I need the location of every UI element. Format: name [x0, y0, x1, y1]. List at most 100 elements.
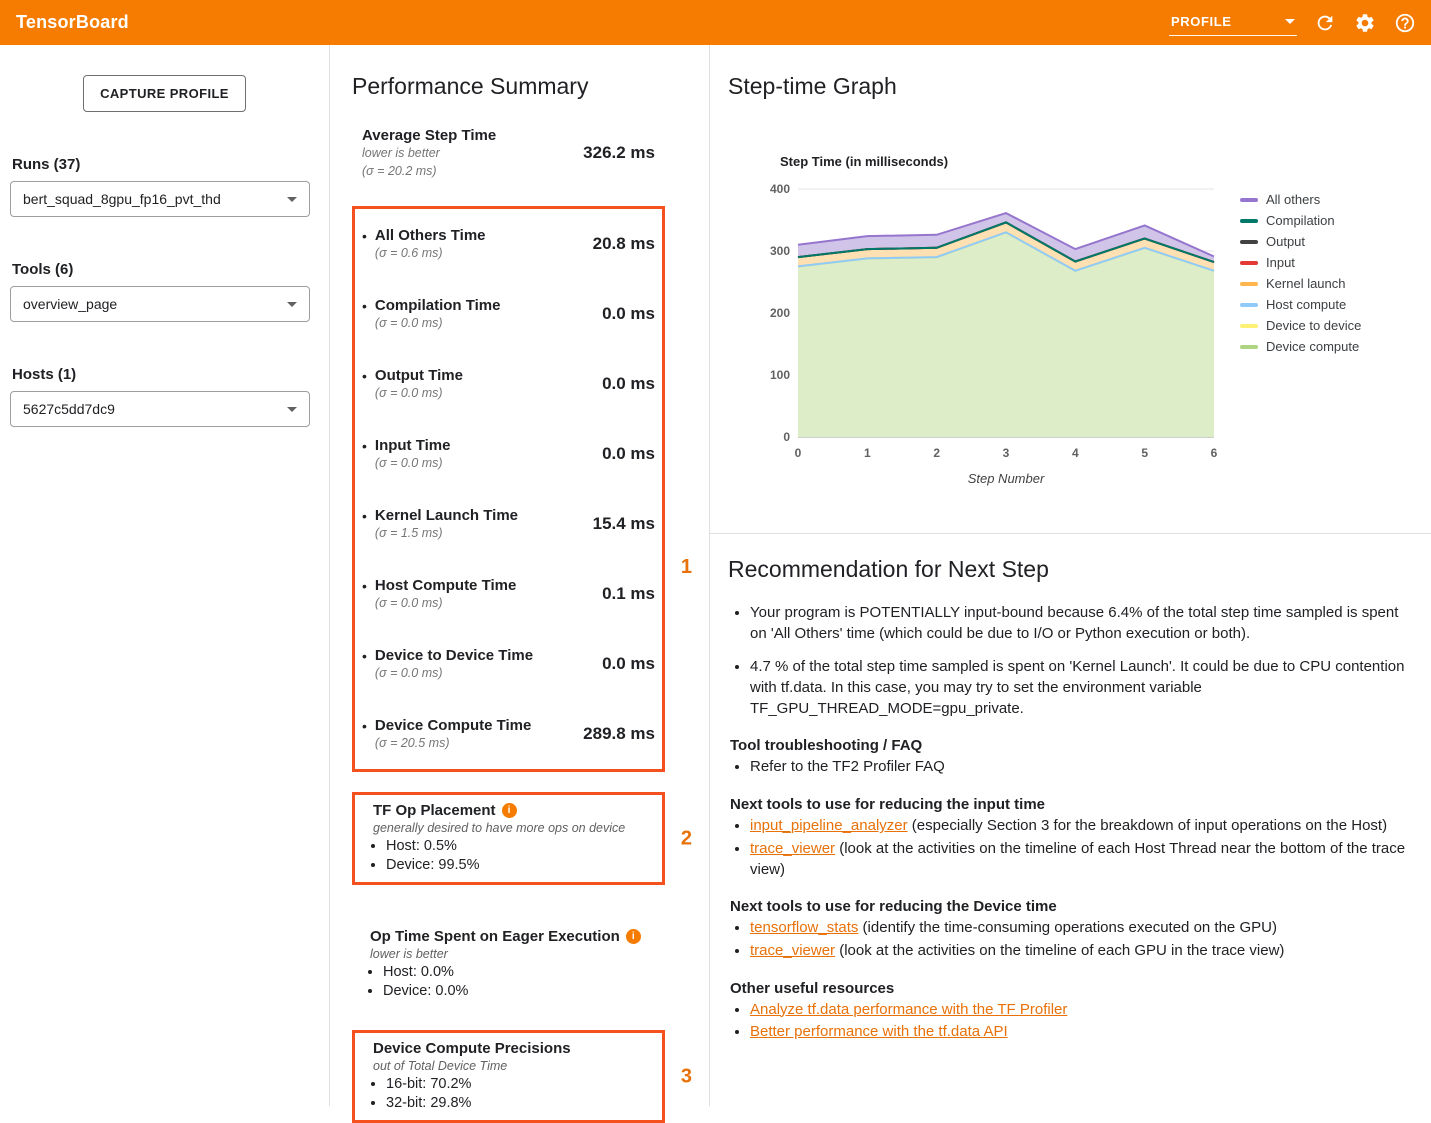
tf-op-placement-list: Host: 0.5%Device: 99.5%	[362, 837, 655, 875]
legend-swatch	[1240, 261, 1258, 265]
svg-text:6: 6	[1211, 446, 1218, 460]
metric-value: 20.8 ms	[593, 234, 655, 254]
right-panel: Step-time Graph Step Time (in millisecon…	[710, 45, 1431, 1106]
recommendation-list: Refer to the TF2 Profiler FAQ	[728, 757, 1407, 778]
info-icon[interactable]: i	[626, 929, 641, 944]
metric-name: Output Time	[375, 367, 463, 384]
metric-row: •Compilation Time(σ = 0.0 ms)0.0 ms	[355, 279, 662, 349]
metric-name: Input Time	[375, 437, 451, 454]
bullet-icon: •	[362, 367, 367, 401]
annotation-number-3: 3	[681, 1065, 692, 1088]
chevron-down-icon	[287, 302, 297, 307]
runs-dropdown[interactable]: bert_squad_8gpu_fp16_pvt_thd	[10, 181, 310, 217]
compute-precisions-list: 16-bit: 70.2%32-bit: 29.8%	[362, 1075, 655, 1113]
metric-row: •All Others Time(σ = 0.6 ms)20.8 ms	[355, 209, 662, 279]
metric-sigma: (σ = 0.0 ms)	[375, 315, 501, 331]
annotation-box-3: Device Compute Precisions out of Total D…	[352, 1030, 665, 1123]
metric-name: Average Step Time	[362, 127, 583, 144]
dashboard-selector[interactable]: PROFILE	[1169, 10, 1297, 36]
metric-name: All Others Time	[375, 227, 486, 244]
tool-link[interactable]: trace_viewer	[750, 942, 835, 959]
list-item: Host: 0.0%	[383, 963, 658, 982]
legend-swatch	[1240, 282, 1258, 286]
metric-name: Device Compute Time	[375, 717, 531, 734]
compute-precisions-block: Device Compute Precisions out of Total D…	[355, 1033, 662, 1120]
bullet-icon: •	[362, 717, 367, 751]
recommendation-subheading: Next tools to use for reducing the input…	[730, 796, 1407, 813]
tf-op-placement-note: generally desired to have more ops on de…	[373, 821, 655, 835]
bullet-icon: •	[362, 437, 367, 471]
metric-sigma: (σ = 0.6 ms)	[375, 245, 486, 261]
recommendation-subsections: Tool troubleshooting / FAQRefer to the T…	[728, 737, 1407, 1043]
tool-link[interactable]: trace_viewer	[750, 840, 835, 857]
tool-link[interactable]: Analyze tf.data performance with the TF …	[750, 1001, 1067, 1018]
legend-item: Host compute	[1240, 294, 1361, 315]
recommendation-list: tensorflow_stats (identify the time-cons…	[728, 918, 1407, 961]
metric-sigma: (σ = 0.0 ms)	[375, 595, 516, 611]
eager-execution-note: lower is better	[370, 947, 658, 961]
chart-title: Step Time (in milliseconds)	[780, 154, 1431, 169]
performance-summary-title: Performance Summary	[352, 73, 709, 100]
compute-precisions-note: out of Total Device Time	[373, 1059, 655, 1073]
legend-swatch	[1240, 345, 1258, 349]
list-item: Host: 0.5%	[386, 837, 655, 856]
legend-item: Compilation	[1240, 210, 1361, 231]
recommendation-item: trace_viewer (look at the activities on …	[750, 941, 1407, 962]
svg-text:4: 4	[1072, 446, 1079, 460]
average-step-time-row: Average Step Time lower is better (σ = 2…	[352, 120, 665, 186]
dashboard-selector-value: PROFILE	[1171, 14, 1232, 29]
legend-item: Input	[1240, 252, 1361, 273]
tf-op-placement-block: TF Op Placement i generally desired to h…	[355, 795, 662, 882]
step-time-graph-section: Step-time Graph Step Time (in millisecon…	[710, 45, 1431, 495]
chevron-down-icon	[287, 407, 297, 412]
hosts-dropdown[interactable]: 5627c5dd7dc9	[10, 391, 310, 427]
capture-profile-button[interactable]: CAPTURE PROFILE	[83, 75, 246, 112]
eager-execution-title: Op Time Spent on Eager Execution	[370, 928, 620, 945]
recommendation-bullets: Your program is POTENTIALLY input-bound …	[728, 603, 1407, 719]
runs-dropdown-value: bert_squad_8gpu_fp16_pvt_thd	[23, 191, 221, 207]
recommendation-subheading: Next tools to use for reducing the Devic…	[730, 898, 1407, 915]
eager-execution-list: Host: 0.0%Device: 0.0%	[359, 963, 658, 1001]
metric-value: 0.0 ms	[602, 444, 655, 464]
bullet-icon: •	[362, 507, 367, 541]
legend-swatch	[1240, 324, 1258, 328]
eager-execution-block: Op Time Spent on Eager Execution i lower…	[352, 921, 665, 1008]
legend-item: Kernel launch	[1240, 273, 1361, 294]
performance-summary-panel: Performance Summary Average Step Time lo…	[330, 45, 710, 1106]
annotation-number-2: 2	[681, 827, 692, 850]
legend-label: Host compute	[1266, 297, 1346, 312]
reload-icon[interactable]	[1313, 11, 1337, 35]
annotation-box-1: • All Others Time(σ = 0.6 ms) 20.8 ms •Comp…	[352, 206, 665, 772]
legend-swatch	[1240, 198, 1258, 202]
tool-link[interactable]: input_pipeline_analyzer	[750, 817, 908, 834]
chevron-down-icon	[1285, 19, 1295, 24]
list-item: Device: 0.0%	[383, 982, 658, 1001]
svg-text:1: 1	[864, 446, 871, 460]
legend-label: Device compute	[1266, 339, 1359, 354]
tool-link[interactable]: tensorflow_stats	[750, 919, 858, 936]
svg-text:0: 0	[795, 446, 802, 460]
metric-row: •Output Time(σ = 0.0 ms)0.0 ms	[355, 349, 662, 419]
svg-text:3: 3	[1003, 446, 1010, 460]
tf-op-placement-title: TF Op Placement	[373, 802, 496, 819]
info-icon[interactable]: i	[502, 803, 517, 818]
tool-link[interactable]: Better performance with the tf.data API	[750, 1023, 1008, 1040]
annotation-box-2: TF Op Placement i generally desired to h…	[352, 792, 665, 885]
tools-dropdown[interactable]: overview_page	[10, 286, 310, 322]
legend-label: Device to device	[1266, 318, 1361, 333]
metric-name: Host Compute Time	[375, 577, 516, 594]
metric-value: 15.4 ms	[593, 514, 655, 534]
metric-sigma: (σ = 20.5 ms)	[375, 735, 531, 751]
recommendation-item: Analyze tf.data performance with the TF …	[750, 1000, 1407, 1021]
metric-row: •Host Compute Time(σ = 0.0 ms)0.1 ms	[355, 559, 662, 629]
metric-value: 0.0 ms	[602, 654, 655, 674]
metric-value: 0.0 ms	[602, 374, 655, 394]
metric-row: •Device to Device Time(σ = 0.0 ms)0.0 ms	[355, 629, 662, 699]
gear-icon[interactable]	[1353, 11, 1377, 35]
svg-text:5: 5	[1141, 446, 1148, 460]
svg-text:2: 2	[933, 446, 940, 460]
legend-swatch	[1240, 219, 1258, 223]
metric-row: •Kernel Launch Time(σ = 1.5 ms)15.4 ms	[355, 489, 662, 559]
recommendation-subheading: Other useful resources	[730, 980, 1407, 997]
help-icon[interactable]	[1393, 11, 1417, 35]
